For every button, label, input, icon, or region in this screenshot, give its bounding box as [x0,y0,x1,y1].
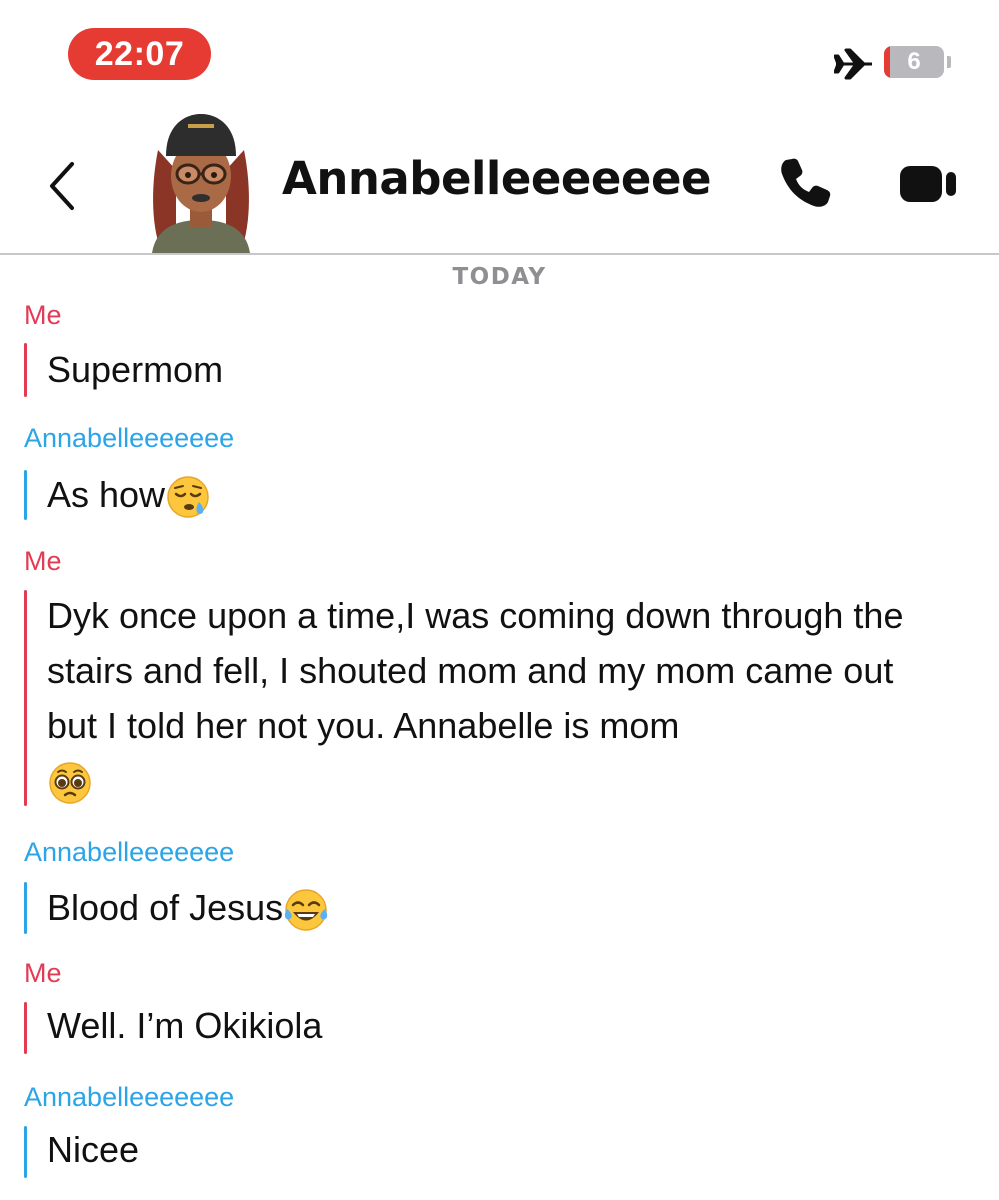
message-text[interactable]: Nicee [47,1122,967,1177]
bitmoji-avatar[interactable] [146,110,256,253]
message-text[interactable]: Supermom [47,342,967,397]
message-bar [24,590,27,806]
video-camera-icon[interactable] [898,164,960,204]
status-bar: 22:07 6 [0,0,999,100]
tears-of-joy-emoji [285,889,328,932]
day-label: TODAY [452,264,547,290]
message-bar [24,343,27,397]
message-text[interactable]: Well. I’m Okikiola [47,998,967,1053]
message-bar [24,1002,27,1054]
message-bar [24,1126,27,1178]
message-text[interactable]: Dyk once upon a time,I was coming down t… [47,588,952,808]
message-sender: Annabelleeeeeee [24,837,235,867]
back-chevron-icon[interactable] [40,156,84,216]
contact-name[interactable]: Annabelleeeeeee [282,152,712,205]
message-bar [24,882,27,934]
status-time: 22:07 [68,28,211,80]
airplane-icon [834,48,872,80]
battery-icon: 6 [884,46,954,80]
message-sender: Me [24,546,62,576]
sleepy-face-emoji [167,476,209,519]
message-text[interactable]: Blood of Jesus [47,880,967,935]
phone-icon[interactable] [776,154,834,212]
message-sender: Annabelleeeeeee [24,423,235,453]
message-text[interactable]: As how [47,467,967,522]
message-sender: Annabelleeeeeee [24,1082,235,1112]
chat-header: Annabelleeeeeee [0,100,999,255]
pleading-face-emoji [49,762,91,805]
message-sender: Me [24,300,62,330]
battery-level: 6 [907,48,921,75]
message-bar [24,470,27,520]
message-sender: Me [24,958,62,988]
